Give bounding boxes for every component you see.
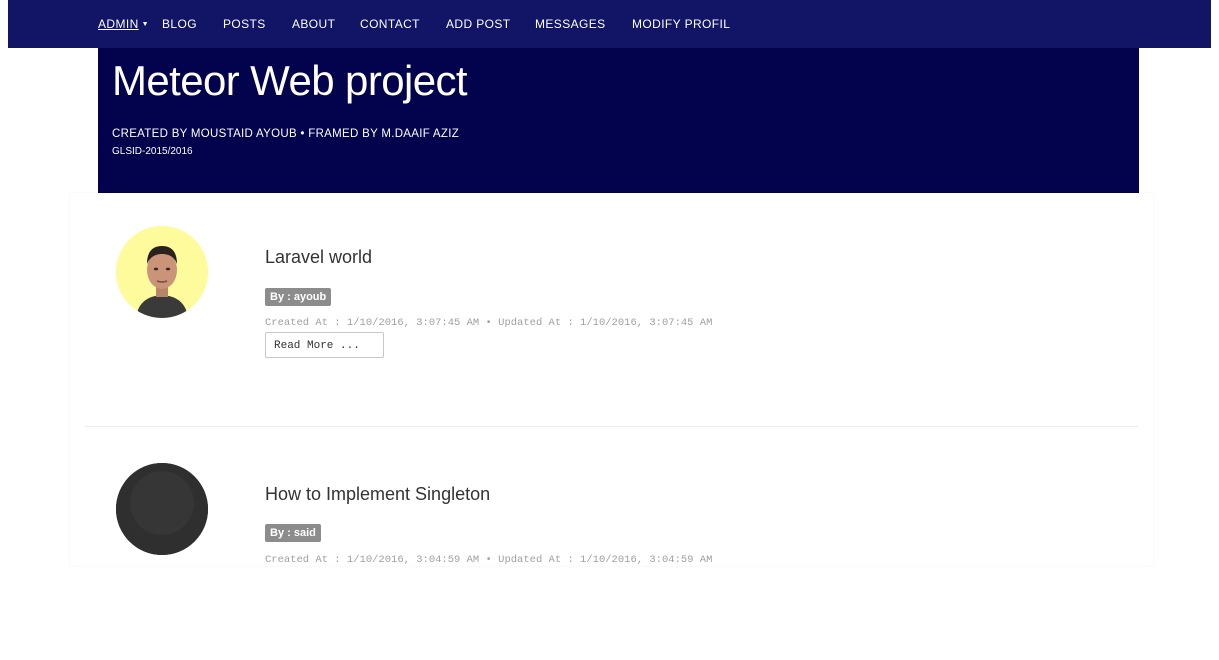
nav-messages[interactable]: MESSAGES	[535, 17, 606, 32]
post-title[interactable]: Laravel world	[265, 246, 372, 268]
post-timestamps: Created At : 1/10/2016, 3:07:45 AM • Upd…	[265, 317, 713, 329]
user-photo-icon	[116, 463, 208, 555]
post-list: Laravel world By : ayoub Created At : 1/…	[70, 193, 1153, 566]
nav-about[interactable]: ABOUT	[292, 17, 335, 32]
site-credits: CREATED BY MOUSTAID AYOUB • FRAMED BY M.…	[112, 128, 460, 140]
nav-modify-profil[interactable]: MODIFY PROFIL	[632, 17, 730, 32]
nav-admin-dropdown[interactable]: ADMIN ▼	[98, 17, 149, 32]
nav-add-post[interactable]: ADD POST	[446, 17, 511, 32]
post-item: How to Implement Singleton By : said Cre…	[70, 427, 1153, 660]
top-navbar: ADMIN ▼ BLOG POSTS ABOUT CONTACT ADD POST…	[8, 0, 1211, 48]
nav-posts[interactable]: POSTS	[223, 17, 266, 32]
user-photo-icon	[116, 226, 208, 318]
author-badge: By : said	[265, 524, 321, 542]
site-year: GLSID-2015/2016	[112, 146, 193, 157]
post-timestamps: Created At : 1/10/2016, 3:04:59 AM • Upd…	[265, 554, 713, 566]
caret-down-icon: ▼	[141, 21, 150, 28]
author-badge: By : ayoub	[265, 288, 332, 306]
read-more-button[interactable]: Read More ...	[265, 332, 384, 358]
site-title: Meteor Web project	[112, 57, 468, 104]
nav-contact[interactable]: CONTACT	[360, 17, 420, 32]
post-title[interactable]: How to Implement Singleton	[265, 483, 490, 505]
nav-blog[interactable]: BLOG	[162, 17, 197, 32]
post-item: Laravel world By : ayoub Created At : 1/…	[70, 193, 1153, 426]
nav-admin-label: ADMIN	[98, 17, 139, 31]
page-header: Meteor Web project CREATED BY MOUSTAID A…	[98, 48, 1139, 193]
